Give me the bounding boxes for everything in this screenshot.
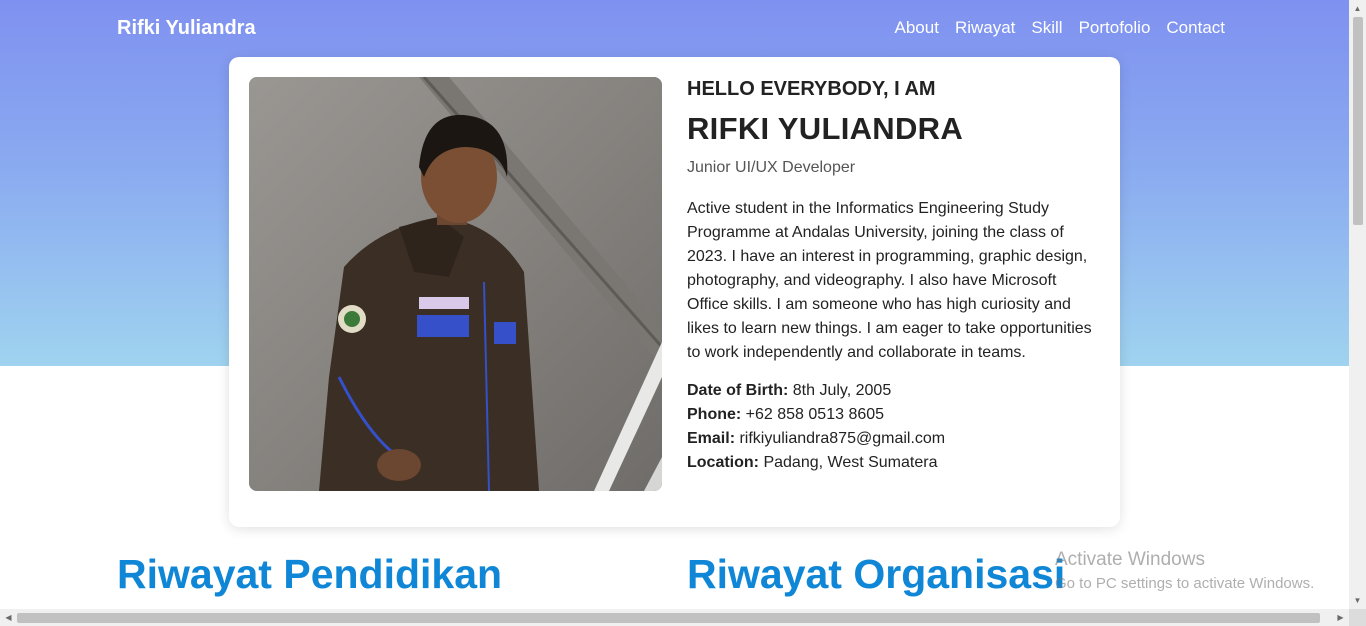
scroll-right-arrow-icon[interactable]: ▶ xyxy=(1332,609,1349,626)
detail-label: Location: xyxy=(687,454,759,471)
watermark-line2: Go to PC settings to activate Windows. xyxy=(1055,575,1315,592)
windows-activation-watermark: Activate Windows Go to PC settings to ac… xyxy=(1055,549,1314,592)
top-navbar: Rifki Yuliandra About Riwayat Skill Port… xyxy=(0,0,1349,56)
nav-link-contact[interactable]: Contact xyxy=(1166,18,1225,38)
profile-role: Junior UI/UX Developer xyxy=(687,159,856,176)
profile-info: HELLO EVERYBODY, I AM RIFKI YULIANDRA Ju… xyxy=(687,77,1097,475)
nav-link-skill[interactable]: Skill xyxy=(1031,18,1062,38)
vertical-scroll-thumb[interactable] xyxy=(1353,17,1363,225)
watermark-line1: Activate Windows xyxy=(1055,549,1205,570)
profile-details: Date of Birth: 8th July, 2005 Phone: +62… xyxy=(687,379,1097,475)
scroll-up-arrow-icon[interactable]: ▲ xyxy=(1349,0,1366,17)
education-section-title: Riwayat Pendidikan xyxy=(117,551,503,597)
detail-label: Email: xyxy=(687,430,736,447)
detail-value: 8th July, 2005 xyxy=(792,382,892,399)
profile-photo xyxy=(249,77,662,491)
nav-link-riwayat[interactable]: Riwayat xyxy=(955,18,1015,38)
detail-value: rifkiyuliandra875@gmail.com xyxy=(739,430,946,447)
horizontal-scrollbar[interactable]: ◀ ▶ xyxy=(0,609,1349,626)
profile-name: RIFKI YULIANDRA xyxy=(687,111,964,146)
scroll-left-arrow-icon[interactable]: ◀ xyxy=(0,609,17,626)
detail-value: +62 858 0513 8605 xyxy=(745,406,885,423)
detail-phone: Phone: +62 858 0513 8605 xyxy=(687,403,1097,427)
detail-label: Phone: xyxy=(687,406,742,423)
page: Rifki Yuliandra About Riwayat Skill Port… xyxy=(0,0,1349,609)
organization-section-title: Riwayat Organisasi xyxy=(687,551,1066,597)
about-paragraph: Active student in the Informatics Engine… xyxy=(687,200,1092,361)
nav-link-portofolio[interactable]: Portofolio xyxy=(1079,18,1151,38)
horizontal-scroll-thumb[interactable] xyxy=(17,613,1320,623)
detail-value: Padang, West Sumatera xyxy=(763,454,938,471)
detail-email: Email: rifkiyuliandra875@gmail.com xyxy=(687,427,1097,451)
vertical-scrollbar[interactable]: ▲ ▼ xyxy=(1349,0,1366,609)
profile-card: HELLO EVERYBODY, I AM RIFKI YULIANDRA Ju… xyxy=(229,57,1120,527)
scroll-down-arrow-icon[interactable]: ▼ xyxy=(1349,592,1366,609)
greeting-text: HELLO EVERYBODY, I AM xyxy=(687,78,936,100)
detail-location: Location: Padang, West Sumatera xyxy=(687,451,1097,475)
profile-photo-illustration xyxy=(249,77,662,491)
detail-label: Date of Birth: xyxy=(687,382,789,399)
scrollbar-corner xyxy=(1349,609,1366,626)
brand-logo-text[interactable]: Rifki Yuliandra xyxy=(117,17,256,40)
nav-links: About Riwayat Skill Portofolio Contact xyxy=(895,18,1226,38)
detail-dob: Date of Birth: 8th July, 2005 xyxy=(687,379,1097,403)
nav-link-about[interactable]: About xyxy=(895,18,939,38)
